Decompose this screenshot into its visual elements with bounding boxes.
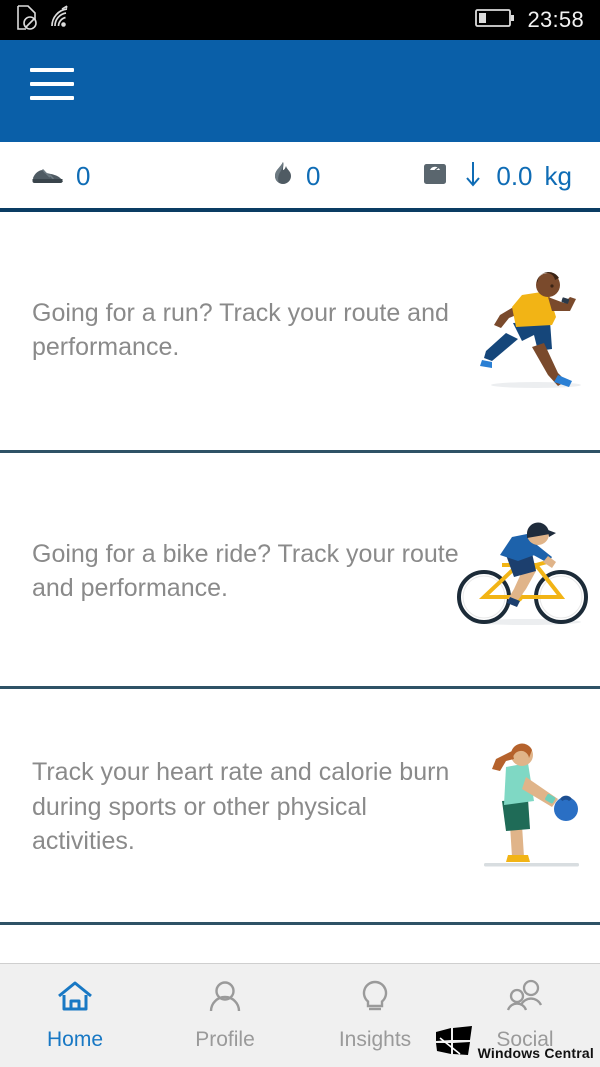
- weight-scale-icon: [422, 161, 448, 192]
- watermark-text: Windows Central: [477, 1045, 594, 1061]
- windows-logo-icon: [434, 1026, 474, 1061]
- app-root: 23:58 0 0 0.0 kg Going for a run? Track …: [0, 0, 600, 1067]
- card-running[interactable]: Going for a run? Track your route and pe…: [0, 212, 600, 448]
- status-bar-right: 23:58: [475, 7, 584, 33]
- hamburger-menu-icon[interactable]: [30, 68, 74, 100]
- kettlebell-woman-illustration: [466, 689, 596, 925]
- nav-item-profile[interactable]: Profile: [150, 964, 300, 1067]
- cyclist-illustration: [456, 453, 596, 689]
- no-sim-icon: [16, 4, 38, 36]
- status-bar: 23:58: [0, 0, 600, 40]
- nav-label-home: Home: [46, 1028, 104, 1051]
- app-bar: [0, 40, 600, 142]
- stat-weight[interactable]: 0.0 kg: [422, 159, 572, 194]
- person-icon: [205, 979, 245, 1020]
- card-workout[interactable]: Track your heart rate and calorie burn d…: [0, 689, 600, 925]
- card-workout-text: Track your heart rate and calorie burn d…: [32, 758, 450, 856]
- card-cycling[interactable]: Going for a bike ride? Track your route …: [0, 453, 600, 689]
- people-icon: [503, 979, 547, 1020]
- steps-value: 0: [76, 160, 91, 191]
- watermark: Windows Central: [434, 1026, 594, 1061]
- stat-calories[interactable]: 0: [272, 160, 320, 193]
- nav-label-insights: Insights: [338, 1028, 412, 1051]
- flame-icon: [272, 160, 294, 193]
- runner-illustration: [466, 212, 596, 448]
- running-shoe-icon: [30, 161, 64, 192]
- home-icon: [55, 979, 95, 1020]
- hamburger-line: [30, 96, 74, 100]
- stats-bar: 0 0 0.0 kg: [0, 142, 600, 210]
- hamburger-line: [30, 82, 74, 86]
- stat-steps[interactable]: 0: [30, 161, 90, 192]
- status-bar-left-icons: [16, 4, 76, 36]
- battery-icon: [475, 8, 515, 33]
- nav-label-profile: Profile: [195, 1028, 255, 1051]
- card-cycling-text: Going for a bike ride? Track your route …: [32, 539, 459, 603]
- nav-item-insights[interactable]: Insights: [300, 964, 450, 1067]
- down-arrow-icon: [462, 159, 484, 194]
- calories-value: 0: [306, 160, 321, 191]
- hamburger-line: [30, 68, 74, 72]
- wifi-icon: [48, 4, 76, 36]
- weight-value: 0.0: [496, 160, 533, 191]
- lightbulb-icon: [355, 979, 395, 1020]
- card-running-text: Going for a run? Track your route and pe…: [32, 298, 449, 362]
- nav-item-home[interactable]: Home: [0, 964, 150, 1067]
- status-bar-clock: 23:58: [527, 7, 584, 32]
- divider-3: [0, 922, 600, 925]
- weight-unit: kg: [544, 160, 572, 191]
